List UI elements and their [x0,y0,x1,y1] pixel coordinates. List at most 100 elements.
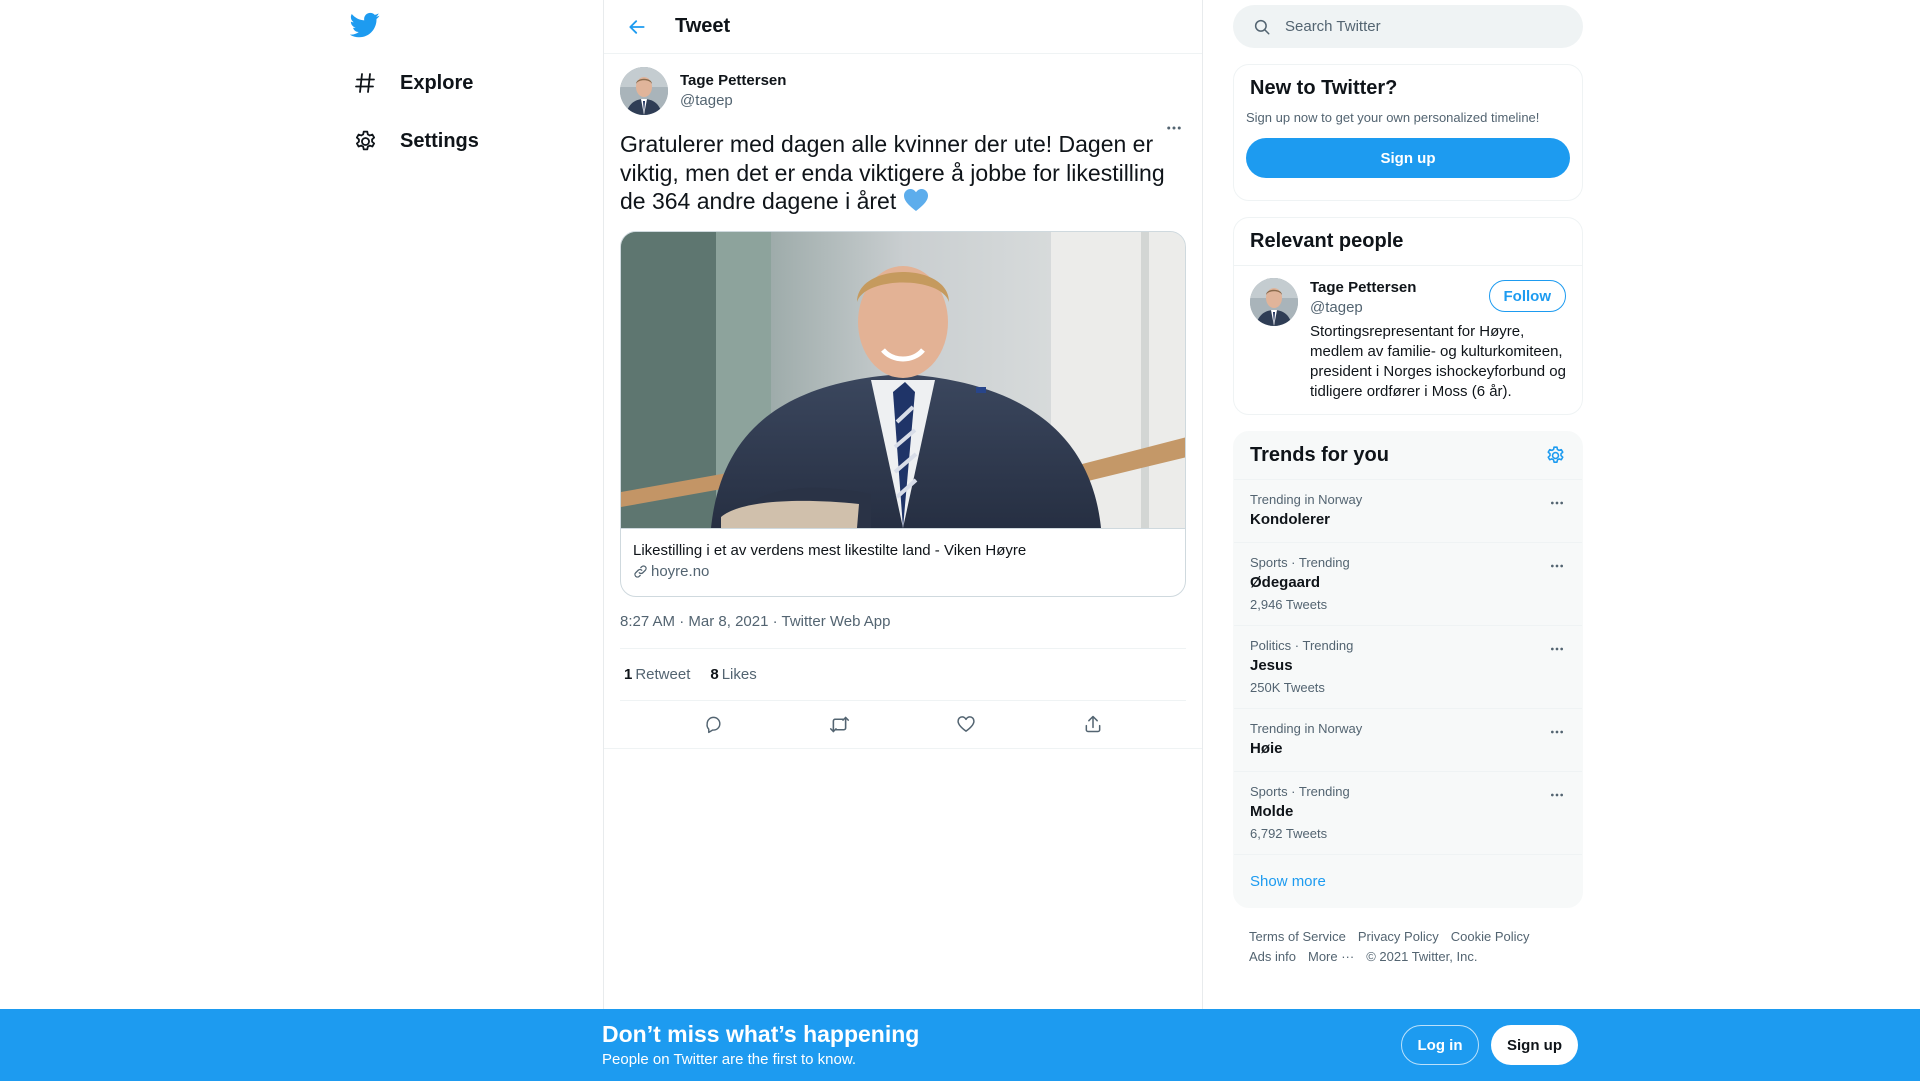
more-dots-icon [1551,501,1563,505]
card-body[interactable]: Likestilling i et av verdens mest likest… [621,527,1185,596]
tweet-meta: 8:27 AM · Mar 8, 2021 · Twitter Web App [620,613,1186,635]
arrow-left-icon [629,19,645,34]
cookie-link[interactable]: Cookie Policy [1451,927,1530,947]
nav-item-label: Explore [400,71,474,94]
trend-item[interactable]: Sports · Trending Molde 6,792 Tweets [1234,772,1582,855]
signup-banner: Don’t miss what’s happening People on Tw… [0,1009,1920,1081]
retweet-button[interactable] [823,707,857,741]
trend-context: Sports · Trending [1250,784,1350,799]
nav-item-settings[interactable]: Settings [352,115,479,167]
reply-button[interactable] [696,707,730,741]
nav-item-explore[interactable]: Explore [352,57,473,109]
gear-icon [352,128,378,154]
panel-subtitle: Sign up now to get your own personalized… [1246,110,1540,125]
trend-item[interactable]: Sports · Trending Ødegaard 2,946 Tweets [1234,543,1582,626]
trend-name: Jesus [1250,657,1293,674]
banner-signup-button[interactable]: Sign up [1491,1025,1578,1065]
trend-item[interactable]: Politics · Trending Jesus 250K Tweets [1234,626,1582,709]
separator: · [679,612,689,630]
like-label: Likes [721,665,757,683]
panel-title: Relevant people [1250,230,1404,252]
column-header: Tweet [604,0,1202,54]
tweet-actions [604,701,1202,749]
privacy-link[interactable]: Privacy Policy [1358,927,1439,947]
back-button[interactable] [619,9,655,45]
card-domain-text[interactable]: hoyre.no [651,562,709,582]
like-number: 8 [710,665,719,683]
more-link[interactable]: More ··· [1308,947,1354,967]
right-sidebar: New to Twitter? Sign up now to get your … [1233,0,1583,967]
retweet-label: Retweet [635,665,691,683]
hashtag-icon [352,70,378,96]
panel-title: Trends for you [1250,444,1389,466]
nav-item-label: Settings [400,129,479,152]
show-more-link[interactable]: Show more [1234,855,1582,907]
avatar[interactable] [620,67,668,115]
share-icon [1085,715,1101,733]
trend-item[interactable]: Trending in Norway Høie [1234,709,1582,772]
more-dots-icon [1551,730,1563,734]
link-card[interactable]: Likestilling i et av verdens mest likest… [620,230,1186,597]
author-handle[interactable]: @tagep [680,91,786,111]
tweet-source[interactable]: Twitter Web App [782,613,891,630]
search-input[interactable] [1285,18,1545,35]
trend-more-button[interactable] [1546,784,1568,806]
more-dots-icon [1551,793,1563,797]
trend-more-button[interactable] [1546,555,1568,577]
tweet: Tage Pettersen @tagep Gratulerer med dag… [604,54,1202,749]
trend-name: Høie [1250,740,1283,757]
banner-subtitle: People on Twitter are the first to know. [602,1051,857,1068]
blue-heart-emoji-icon [903,188,929,219]
more-options-button[interactable] [1162,116,1186,140]
card-domain[interactable]: hoyre.no [633,562,1173,582]
new-to-twitter-panel: New to Twitter? Sign up now to get your … [1233,64,1583,201]
trends-panel: Trends for you Trending in Norway Kondol… [1233,431,1583,908]
retweet-number: 1 [624,665,633,683]
person-bio: Stortingsrepresentant for Høyre, medlem … [1310,323,1566,400]
follow-button[interactable]: Follow [1488,280,1566,312]
more-dots-icon [1167,126,1181,130]
search-bar[interactable] [1233,5,1583,48]
banner-title: Don’t miss what’s happening [602,1021,920,1047]
trend-context: Trending in Norway [1250,492,1363,507]
separator: · [772,612,782,630]
tweet-time[interactable]: 8:27 AM [620,613,675,630]
main-column: Tweet Tage Pettersen @tagep Gratulerer m… [603,0,1203,1081]
tweet-text-body: Gratulerer med dagen alle kvinner der ut… [620,131,1165,214]
card-image[interactable] [621,231,1185,528]
copyright: © 2021 Twitter, Inc. [1366,949,1478,964]
trend-item[interactable]: Trending in Norway Kondolerer [1234,480,1582,543]
tweet-stats: 1 Retweet 8 Likes [620,647,1186,701]
terms-link[interactable]: Terms of Service [1249,927,1346,947]
tweet-date[interactable]: Mar 8, 2021 [688,613,768,630]
login-button[interactable]: Log in [1401,1025,1479,1065]
trend-count: 2,946 Tweets [1250,597,1328,612]
share-button[interactable] [1076,707,1110,741]
trend-context: Sports · Trending [1250,555,1350,570]
author-name[interactable]: Tage Pettersen [680,71,786,91]
settings-gear-icon[interactable] [1545,445,1566,466]
signup-button[interactable]: Sign up [1246,138,1570,178]
more-dots-icon [1551,647,1563,651]
twitter-logo-icon[interactable] [349,10,382,42]
relevant-person[interactable]: Tage Pettersen @tagep Stortingsrepresent… [1234,266,1582,402]
heart-icon [957,716,975,732]
trend-more-button[interactable] [1546,721,1568,743]
trend-context: Trending in Norway [1250,721,1363,736]
avatar[interactable] [1250,278,1298,326]
trend-count: 250K Tweets [1250,680,1325,695]
retweet-count[interactable]: 1 Retweet [624,666,690,683]
search-icon [1254,19,1270,34]
tweet-text: Gratulerer med dagen alle kvinner der ut… [620,130,1180,219]
trend-more-button[interactable] [1546,638,1568,660]
like-button[interactable] [949,707,983,741]
like-count[interactable]: 8 Likes [710,666,756,683]
page-title: Tweet [675,15,731,37]
tweet-author[interactable]: Tage Pettersen @tagep [620,66,1186,116]
card-title[interactable]: Likestilling i et av verdens mest likest… [633,541,1173,561]
panel-title: New to Twitter? [1250,77,1398,99]
ads-info-link[interactable]: Ads info [1249,947,1296,967]
link-icon [634,565,647,578]
trend-more-button[interactable] [1546,492,1568,514]
footer-links: Terms of Service Privacy Policy Cookie Pol… [1233,908,1583,967]
